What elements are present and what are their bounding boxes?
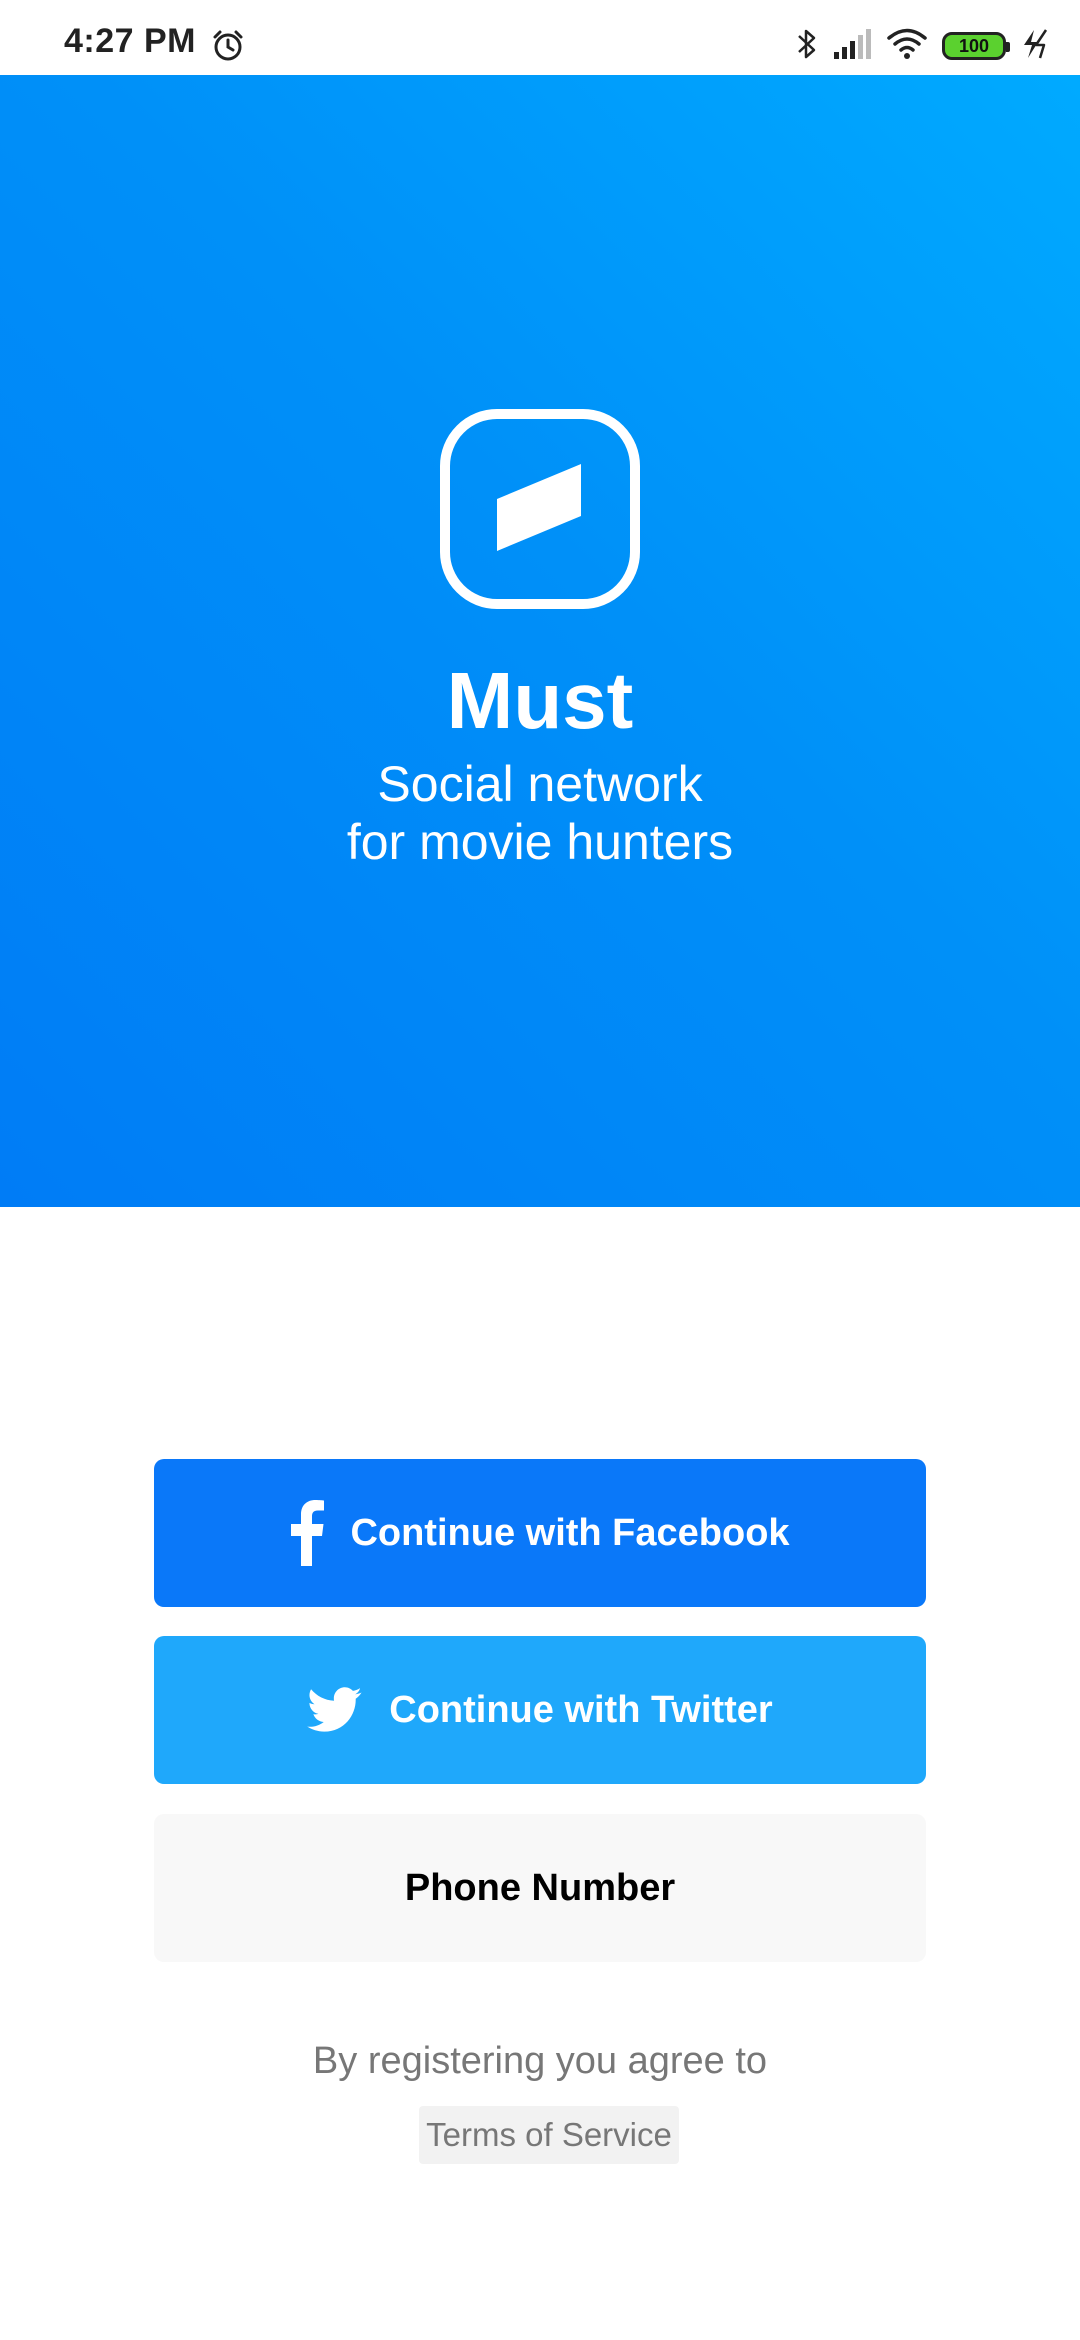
app-name: Must [446, 656, 634, 745]
hero-banner: Must Social network for movie hunters [0, 75, 1080, 1207]
facebook-button-label: Continue with Facebook [350, 1511, 790, 1554]
alarm-icon [210, 28, 246, 69]
must-logo-icon [439, 408, 641, 610]
continue-with-facebook-button[interactable]: Continue with Facebook [154, 1459, 926, 1607]
status-bar: 4:27 PM 100 [0, 0, 1080, 75]
wifi-icon [886, 27, 928, 66]
agreement-text: By registering you agree to [312, 2040, 768, 2082]
signal-icon [832, 28, 872, 65]
terms-of-service-link[interactable]: Terms of Service [419, 2106, 679, 2164]
status-time: 4:27 PM [64, 22, 196, 60]
tagline-line-1: Social network [377, 756, 703, 812]
continue-with-twitter-button[interactable]: Continue with Twitter [154, 1636, 926, 1784]
tagline: Social network for movie hunters [0, 755, 1080, 871]
battery-icon: 100 [942, 32, 1010, 60]
status-icons: 100 [796, 26, 1050, 66]
bluetooth-icon [796, 26, 818, 67]
phone-button-label: Phone Number [404, 1866, 676, 1909]
twitter-button-label: Continue with Twitter [389, 1688, 773, 1731]
facebook-icon [290, 1500, 325, 1566]
twitter-icon [307, 1687, 363, 1733]
charging-icon [1020, 28, 1050, 65]
phone-number-button[interactable]: Phone Number [154, 1814, 926, 1962]
tagline-line-2: for movie hunters [346, 814, 734, 870]
